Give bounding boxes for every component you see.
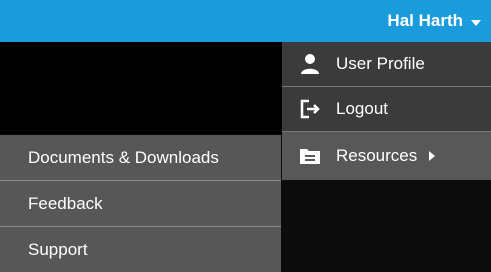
user-icon [298, 52, 322, 76]
menu-item-logout[interactable]: Logout [282, 87, 491, 132]
chevron-right-icon [429, 151, 436, 161]
caret-down-icon [471, 19, 481, 26]
submenu-item-documents-downloads[interactable]: Documents & Downloads [0, 135, 281, 181]
logout-icon [298, 97, 322, 121]
menu-item-user-profile[interactable]: User Profile [282, 42, 491, 87]
menu-item-resources[interactable]: Resources [282, 132, 491, 180]
submenu-item-support[interactable]: Support [0, 227, 281, 272]
folder-icon [298, 144, 322, 168]
submenu-item-feedback[interactable]: Feedback [0, 181, 281, 227]
submenu-item-label: Documents & Downloads [28, 147, 219, 167]
top-navigation-bar: Hal Harth [0, 0, 491, 42]
menu-item-label: User Profile [336, 54, 425, 73]
user-name-label: Hal Harth [387, 11, 463, 30]
submenu-item-label: Feedback [28, 193, 103, 213]
user-dropdown-menu: User Profile Logout Resources [282, 42, 491, 180]
user-menu-trigger[interactable]: Hal Harth [387, 0, 481, 42]
menu-item-label: Logout [336, 99, 388, 118]
submenu-item-label: Support [28, 239, 88, 259]
menu-item-label: Resources [336, 146, 418, 165]
resources-submenu: Documents & Downloads Feedback Support [0, 135, 281, 272]
